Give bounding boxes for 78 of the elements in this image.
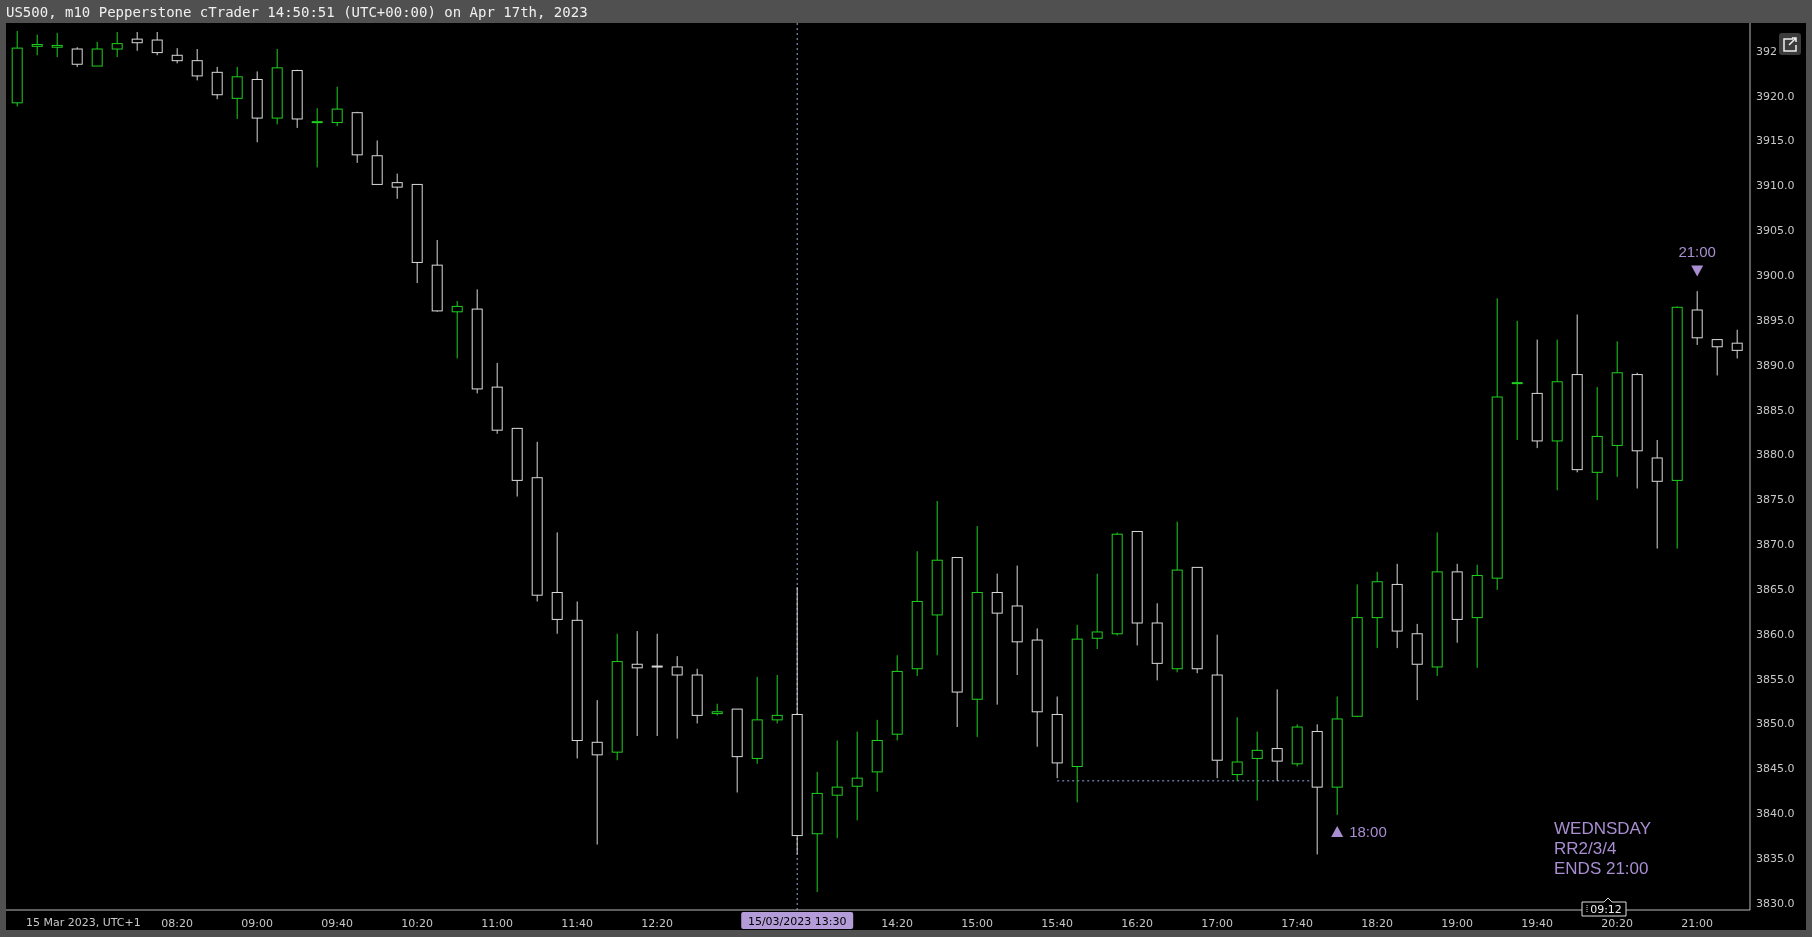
price-label: 3860.0 <box>1756 627 1795 641</box>
time-label: 09:40 <box>321 917 354 930</box>
candlestick <box>1711 339 1723 376</box>
candlestick <box>691 668 703 724</box>
time-label: 17:00 <box>1201 917 1234 930</box>
candlestick <box>111 31 123 58</box>
candlestick <box>331 86 343 127</box>
time-label: 18:20 <box>1361 917 1394 930</box>
price-label: 3855.0 <box>1756 672 1795 686</box>
candlestick <box>131 31 143 52</box>
marker-label: 21:00 <box>1678 242 1716 260</box>
candlestick <box>1231 716 1243 782</box>
time-label: 10:20 <box>401 917 434 930</box>
candlestick <box>91 41 103 67</box>
candlestick <box>351 111 363 164</box>
price-label: 3920.0 <box>1756 89 1795 103</box>
time-label: 15:00 <box>961 917 994 930</box>
time-label: 09:00 <box>241 917 274 930</box>
popout-icon[interactable] <box>1779 33 1801 55</box>
countdown-label: 09:12 <box>1581 897 1627 917</box>
price-label: 3900.0 <box>1756 269 1795 282</box>
price-label: 3890.0 <box>1756 358 1795 372</box>
time-label: 15:40 <box>1041 917 1074 930</box>
marker-label: 18:00 <box>1349 822 1387 840</box>
time-label: 19:40 <box>1521 917 1554 930</box>
price-label: 3830.0 <box>1756 896 1795 910</box>
price-label: 3875.0 <box>1756 493 1795 507</box>
note-text: WEDNSDAY <box>1554 819 1651 838</box>
crosshair-date-label: 15/03/2023 13:30 <box>741 912 854 929</box>
candlestick <box>1251 731 1263 802</box>
price-label: 3910.0 <box>1756 179 1795 193</box>
candlestick <box>231 66 243 120</box>
candlestick <box>291 69 303 129</box>
axis-start-label: 15 Mar 2023, UTC+1 <box>26 916 141 929</box>
time-label: 17:40 <box>1281 917 1314 930</box>
price-label: 3880.0 <box>1756 448 1795 462</box>
time-label: 12:20 <box>641 917 674 930</box>
time-label: 11:00 <box>481 917 514 930</box>
price-label: 3915.0 <box>1756 134 1795 148</box>
candlestick <box>391 173 403 200</box>
candlestick <box>371 140 383 185</box>
price-label: 3865.0 <box>1756 582 1795 596</box>
price-label: 3885.0 <box>1756 403 1795 417</box>
note-text: RR2/3/4 <box>1554 839 1617 858</box>
candlestick <box>311 107 323 168</box>
candlestick <box>451 300 463 359</box>
price-label: 3840.0 <box>1756 807 1795 821</box>
price-label: 3845.0 <box>1756 762 1795 776</box>
candlestick <box>1731 329 1743 359</box>
candlestick <box>171 47 183 64</box>
candlestick <box>511 427 523 498</box>
time-label: 16:20 <box>1121 917 1154 930</box>
candlestick <box>771 674 783 724</box>
price-label: 3905.0 <box>1756 224 1795 238</box>
price-label: 3850.0 <box>1756 717 1795 731</box>
price-label: 3895.0 <box>1756 313 1795 327</box>
down-triangle-icon <box>1691 265 1704 277</box>
time-label: 21:00 <box>1681 917 1714 930</box>
candlestick <box>151 31 163 56</box>
candlestick <box>191 48 203 81</box>
time-label: 19:00 <box>1441 917 1474 930</box>
price-label: 392 <box>1756 44 1777 58</box>
time-label: 08:20 <box>161 917 194 930</box>
price-label: 3835.0 <box>1756 852 1795 865</box>
note-text: ENDS 21:00 <box>1554 859 1649 878</box>
window-title: US500, m10 Pepperstone cTrader 14:50:51 (UTC+00:00) on Apr 17th, 2023 <box>6 3 588 20</box>
candlestick <box>211 66 223 100</box>
candlestick <box>1291 723 1303 767</box>
price-label: 3870.0 <box>1756 538 1795 552</box>
time-label: 14:20 <box>881 917 914 930</box>
candlestick <box>711 703 723 716</box>
candlestick <box>71 46 83 68</box>
candlestick <box>31 34 43 56</box>
up-triangle-icon <box>1331 825 1344 837</box>
candlestick <box>1691 290 1703 346</box>
candlestick <box>51 32 63 58</box>
time-label: 20:20 <box>1601 917 1634 930</box>
time-label: 11:40 <box>561 917 594 930</box>
